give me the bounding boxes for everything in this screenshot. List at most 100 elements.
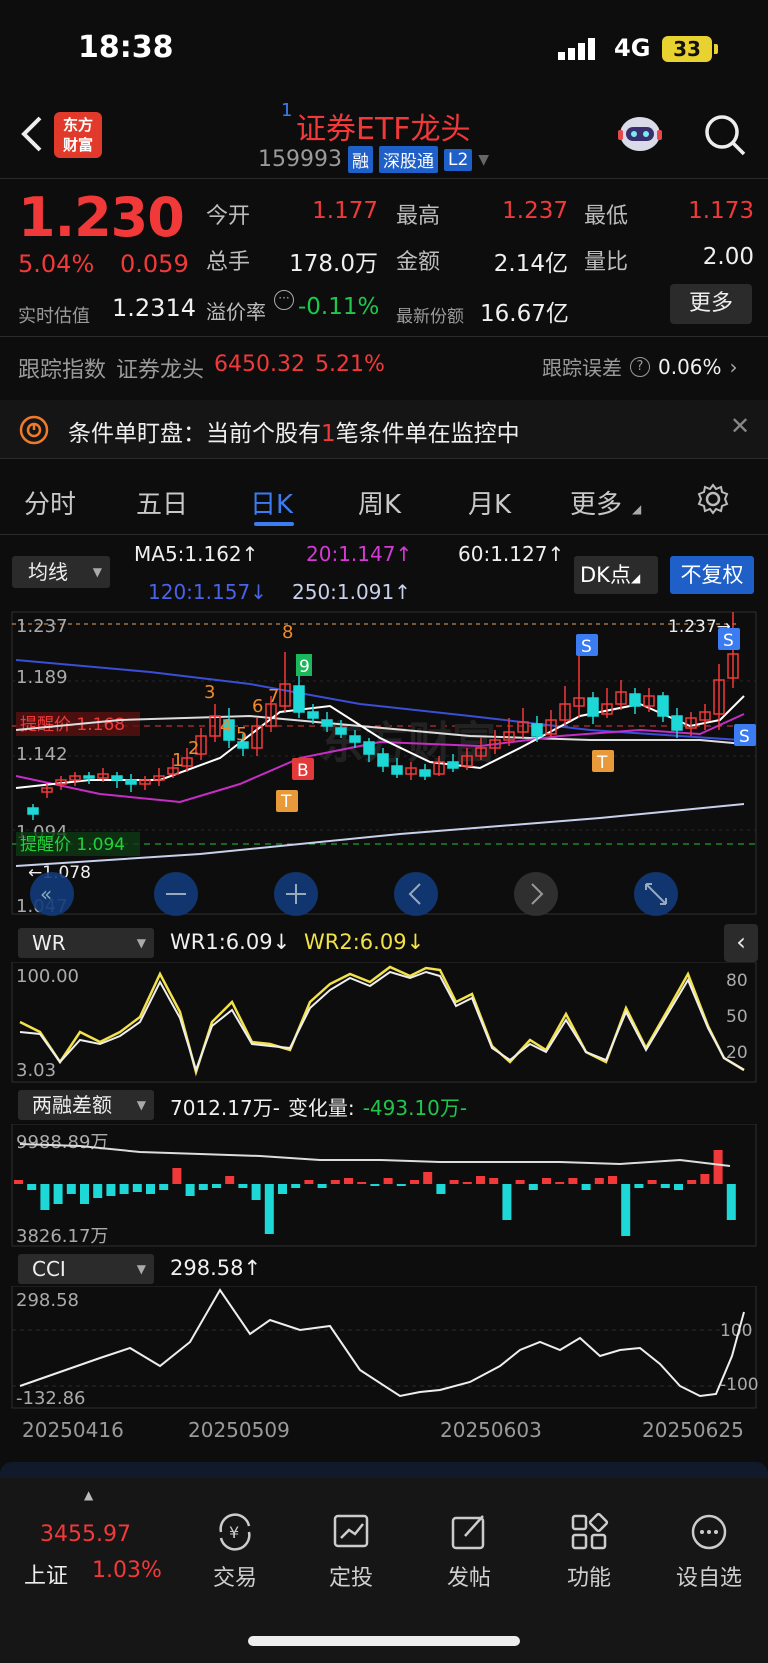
margin-bar [594,1178,604,1184]
tracking-index-name: 证券龙头 [116,358,205,383]
margin-bar [93,1184,103,1198]
date-label-3: 20250603 [440,1418,542,1442]
tracking-error-value: 0.06% [658,354,722,379]
tracking-row[interactable]: 跟踪指数 证券龙头 6450.32 5.21% [18,352,385,384]
buy-marker: B [297,761,309,781]
app-logo: 东方财富 [54,112,102,158]
margin-select-label: 两融差额 [32,1093,112,1117]
compose-icon [451,1515,485,1550]
more-button[interactable]: 更多 [670,284,752,324]
collapse-panel-icon[interactable]: ‹ [724,924,758,962]
divider [0,534,768,535]
stat-label-volume: 总手 [206,250,251,275]
signal-marker-6: 6 [252,696,263,717]
wr2-label: WR2:6.09↓ [304,930,425,954]
tab-five-day[interactable]: 五日 [136,484,188,521]
stat-value-open: 1.177 [312,198,378,224]
info-icon[interactable]: ··· [274,290,294,310]
close-icon[interactable]: ✕ [730,412,750,440]
cci-line [19,1288,745,1398]
wr-select[interactable]: WR ▼ [18,928,154,958]
invest-plan-icon [333,1514,369,1548]
nav-post[interactable]: 发帖 [424,1510,514,1592]
wr-tick-50: 50 [726,1007,748,1027]
tab-weekly-k[interactable]: 周K [358,484,401,521]
tab-more-caret-icon: ◢ [632,502,642,516]
shares-label: 最新份额 [396,307,464,327]
margin-bar [53,1184,63,1204]
stat-label-volume-ratio: 量比 [584,250,629,275]
robot-assistant-icon[interactable] [615,112,665,158]
margin-bar [106,1184,116,1196]
ma-select[interactable]: 均线 ▼ [12,556,110,588]
cci-select[interactable]: CCI ▼ [18,1254,154,1284]
ma5-value: MA5:1.162 [134,542,242,566]
margin-bar [251,1184,261,1200]
change-percent: 5.04% [18,250,95,278]
margin-select[interactable]: 两融差额 ▼ [18,1090,154,1120]
candle-body [419,769,431,777]
margin-change-label: 变化量: [287,1096,355,1120]
title-prefix: 1 [281,100,293,121]
scroll-left-icon[interactable] [394,872,438,916]
estimate-label: 实时估值 [18,306,90,327]
margin-bar [647,1180,657,1184]
scroll-right-icon[interactable] [514,872,558,916]
settings-gear-icon[interactable] [696,482,730,516]
expand-up-icon[interactable]: ▲ [84,1488,93,1502]
nav-watchlist[interactable]: 设自选 [664,1510,754,1592]
index-pct[interactable]: 1.03% [92,1558,162,1583]
help-icon: ? [630,356,650,377]
tracking-label: 跟踪指数 [18,358,107,383]
chevron-right-icon: › [729,354,738,379]
index-name[interactable]: 上证 [24,1558,68,1590]
margin-bar [80,1184,89,1204]
margin-bar [27,1184,37,1190]
stat-label-open: 今开 [206,204,251,229]
dk-point-button[interactable]: DK点◢ [574,556,658,594]
ma20-value: 20:1.147 [306,542,396,566]
wr-top-label: 100.00 [16,966,79,987]
nav-invest[interactable]: 定投 [306,1510,396,1592]
margin-bar [726,1184,736,1220]
margin-bar [132,1184,142,1192]
margin-bar [212,1184,221,1188]
tab-daily-k[interactable]: 日K [250,484,293,521]
dropdown-caret-icon: ▼ [136,1262,146,1276]
search-icon[interactable] [702,112,748,158]
change-amount: 0.059 [120,250,189,278]
nav-features[interactable]: 功能 [544,1510,634,1592]
margin-bar [502,1184,512,1220]
margin-bar [608,1176,617,1184]
condition-order-banner[interactable]: 条件单盯盘：当前个股有1笔条件单在监控中 ✕ [0,400,768,458]
tab-more[interactable]: 更多 [570,484,622,521]
candlestick-chart[interactable]: 东方财富 1.237 1.189 1.142 1.094 1.047 提醒价 1… [0,608,768,920]
margin-bar [370,1184,380,1186]
tab-timeshare[interactable]: 分时 [24,484,76,521]
nav-trade[interactable]: ¥ 交易 [190,1510,280,1592]
index-value[interactable]: 3455.97 [40,1522,131,1547]
date-label-4: 20250625 [642,1418,744,1442]
tab-underline [254,522,294,526]
margin-change-value: -493.10万- [362,1096,468,1120]
svg-text:¥: ¥ [229,1523,239,1542]
dk-point-label: DK点 [580,563,631,587]
back-icon[interactable] [18,112,46,156]
cci-label: 298.58↑ [170,1256,262,1280]
no-adjust-button[interactable]: 不复权 [670,556,754,594]
candle-body [335,727,347,735]
margin-bar [542,1178,551,1184]
divider [0,178,768,179]
security-code-line[interactable]: 159993 融 深股通 L2 ▼ [258,146,489,173]
signal-marker-4: 4 [220,716,231,737]
ma-select-label: 均线 [28,560,68,584]
signal-marker-5: 5 [236,724,247,745]
margin-bar [225,1176,235,1184]
margin-bar [119,1184,129,1194]
s-marker-3: S [739,727,750,747]
page-title[interactable]: 证券ETF龙头 [296,104,471,148]
candle-body [321,719,333,727]
alarm-icon [19,415,49,445]
tab-monthly-k[interactable]: 月K [468,484,511,521]
tracking-error[interactable]: 跟踪误差 ? 0.06% › [542,352,738,381]
